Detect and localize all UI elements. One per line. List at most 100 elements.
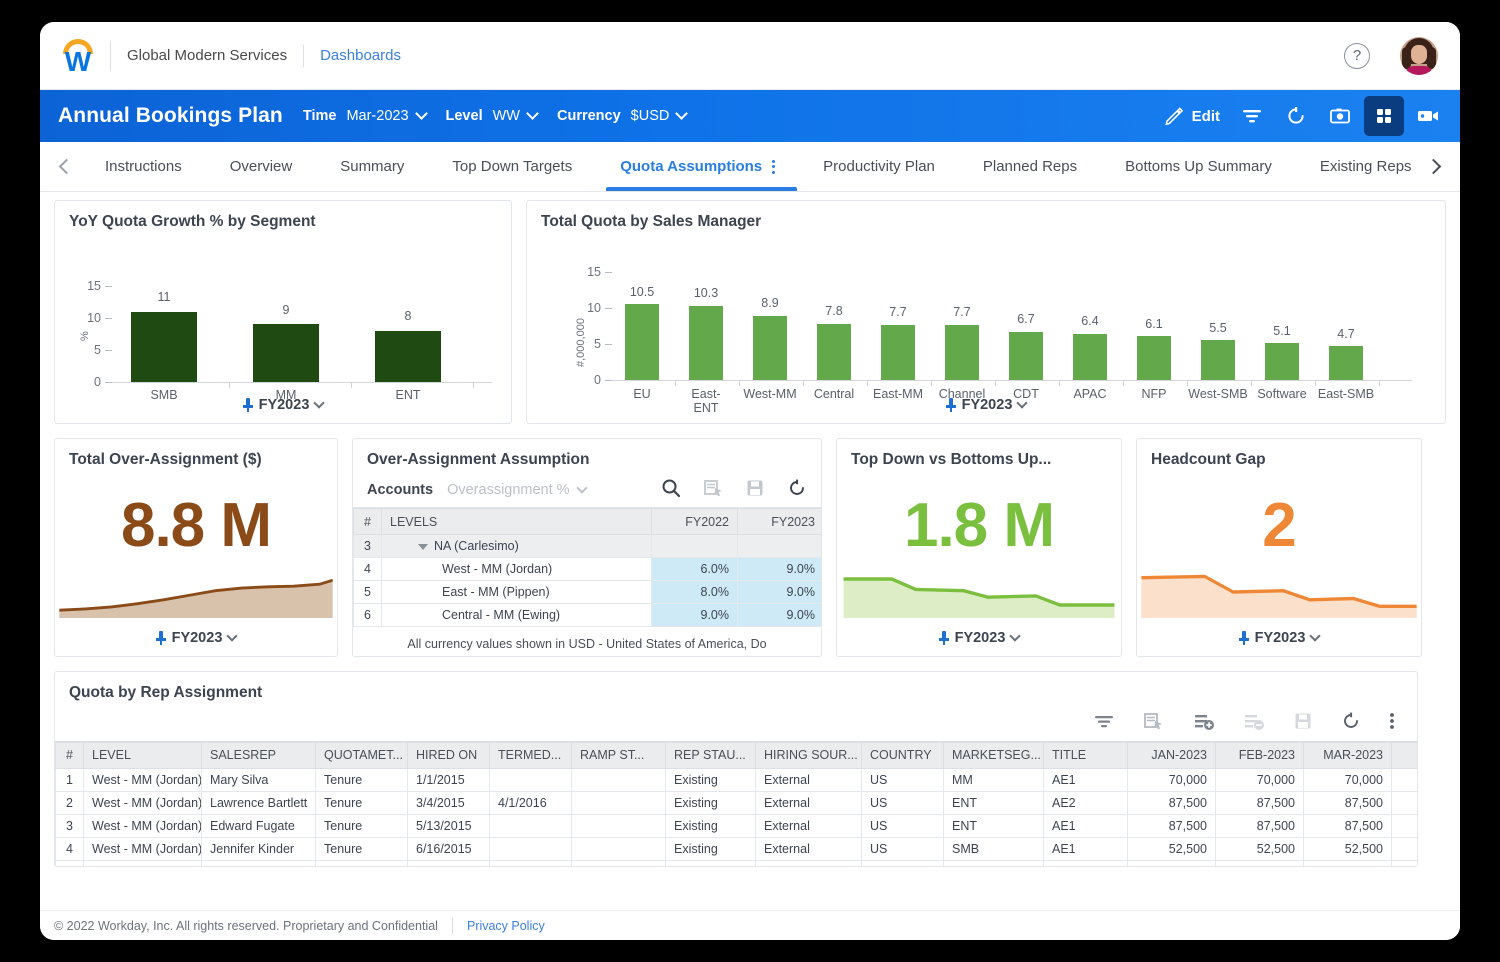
tabs-scroll-right-button[interactable]: [1419, 142, 1452, 191]
bar-mm: [253, 324, 319, 382]
table-row[interactable]: 3 West - MM (Jordan) Edward Fugate Tenur…: [55, 813, 1417, 838]
prompt-edit-icon[interactable]: [1143, 711, 1165, 736]
col-level: LEVEL: [83, 741, 202, 769]
table-row[interactable]: 4 West - MM (Jordan) Jennifer Kinder Ten…: [55, 836, 1417, 861]
grid-col-index: #: [353, 508, 382, 536]
row-fy2022[interactable]: 8.0%: [651, 580, 738, 605]
card-quota-by-rep-assignment: Quota by Rep Assignment # LEVEL SALESREP…: [54, 671, 1418, 867]
bar-software: [1265, 343, 1299, 380]
filter-time[interactable]: Time Mar-2023: [302, 107, 428, 124]
col-hired-on: HIRED ON: [407, 741, 490, 769]
grid-row[interactable]: 4 West - MM (Jordan) 6.0% 9.0%: [353, 557, 821, 582]
help-icon[interactable]: ?: [1344, 42, 1370, 69]
page-footer: © 2022 Workday, Inc. All rights reserved…: [40, 910, 1460, 940]
filter-currency[interactable]: Currency $USD: [557, 107, 689, 124]
cell-termed: [489, 859, 572, 866]
overassignment-select[interactable]: Overassignment %: [447, 481, 588, 498]
tab-bottoms-up-summary[interactable]: Bottoms Up Summary: [1101, 142, 1296, 191]
cell-country: US: [861, 836, 944, 861]
cell-title: AE1: [1043, 813, 1128, 838]
cell-salesrep: Mary Silva: [201, 767, 316, 792]
table-row[interactable]: 1 West - MM (Jordan) Mary Silva Tenure 1…: [55, 767, 1417, 792]
prompt-edit-icon[interactable]: [703, 478, 723, 503]
global-header: W Global Modern Services Dashboards ?: [40, 22, 1460, 90]
cell-marketsegment: SMB: [943, 836, 1044, 861]
y-tick-label: 5: [594, 337, 601, 351]
grid-view-button[interactable]: [1364, 96, 1404, 136]
workday-logo-icon[interactable]: W: [58, 35, 98, 77]
period-selector-headcount-gap[interactable]: FY2023: [1137, 624, 1421, 656]
refresh-icon[interactable]: [787, 478, 807, 503]
row-fy2022[interactable]: 9.0%: [651, 603, 738, 628]
grid-row[interactable]: 6 Central - MM (Ewing) 9.0% 9.0%: [353, 603, 821, 628]
row-fy2022[interactable]: 6.0%: [651, 557, 738, 582]
cell-jan-2023: 70,000: [1127, 859, 1216, 866]
tab-overview[interactable]: Overview: [206, 142, 317, 191]
collapse-triangle-icon[interactable]: [418, 544, 428, 551]
tabs-scroll-left-button[interactable]: [48, 142, 81, 191]
tab-summary[interactable]: Summary: [316, 142, 428, 191]
add-row-icon[interactable]: [1193, 711, 1215, 736]
y-tick-label: 15: [87, 279, 101, 293]
table-row[interactable]: 2 West - MM (Jordan) Lawrence Bartlett T…: [55, 790, 1417, 815]
sparkline-over-assignment: [55, 557, 337, 624]
grid-col-fy2022: FY2022: [651, 508, 738, 536]
grid-col-levels: LEVELS: [381, 508, 652, 536]
grid-header-row: # LEVELS FY2022 FY2023: [353, 508, 821, 536]
row-fy2023[interactable]: 9.0%: [737, 580, 821, 605]
grid-row[interactable]: 5 East - MM (Pippen) 8.0% 9.0%: [353, 580, 821, 605]
area-sparkline: [59, 578, 333, 618]
filter-level[interactable]: Level WW: [445, 107, 539, 124]
tab-top-down-targets[interactable]: Top Down Targets: [428, 142, 596, 191]
filter-icon[interactable]: [1093, 711, 1115, 736]
y-tick-label: 0: [594, 373, 601, 387]
y-tick-label: 15: [587, 265, 601, 279]
breadcrumb-dashboards[interactable]: Dashboards: [320, 47, 401, 64]
privacy-policy-link[interactable]: Privacy Policy: [467, 919, 545, 933]
cell-salesrep: Jennifer Kinder: [201, 836, 316, 861]
filter-button[interactable]: [1232, 96, 1272, 136]
tab-productivity-plan[interactable]: Productivity Plan: [799, 142, 959, 191]
cell-index: 2: [55, 790, 84, 815]
edit-button[interactable]: Edit: [1156, 96, 1228, 136]
cell-hired-on: 6/16/2015: [407, 836, 490, 861]
save-icon[interactable]: [745, 478, 765, 503]
cell-index: 4: [55, 836, 84, 861]
grid-row[interactable]: 3 NA (Carlesimo): [353, 534, 821, 559]
tab-existing-reps[interactable]: Existing Reps: [1296, 142, 1419, 191]
dashboard-title: Annual Bookings Plan: [58, 104, 283, 127]
more-options-icon[interactable]: [1389, 711, 1395, 736]
table-row[interactable]: 5 West - MM (Jordan) Ashley Schultz Tenu…: [55, 859, 1417, 866]
footer-divider: [451, 917, 453, 934]
pin-icon: [242, 398, 253, 412]
filter-time-label: Time: [302, 108, 337, 124]
snapshot-button[interactable]: [1320, 96, 1360, 136]
bar-value-label: 10.5: [629, 285, 655, 299]
x-category-label: Channel: [938, 387, 986, 401]
user-avatar[interactable]: [1400, 36, 1438, 75]
col-hiring-source: HIRING SOUR...: [755, 741, 862, 769]
row-fy2023[interactable]: 9.0%: [737, 557, 821, 582]
kpi-row: Total Over-Assignment ($) 8.8 M FY2023 O…: [54, 438, 1446, 657]
row-fy2023[interactable]: 9.0%: [737, 603, 821, 628]
cell-mar-2023: 87,500: [1303, 813, 1392, 838]
period-selector-over-assignment[interactable]: FY2023: [55, 624, 337, 656]
cell-hired-on: 1/1/2015: [407, 767, 490, 792]
refresh-icon[interactable]: [1341, 711, 1361, 736]
period-selector-top-down[interactable]: FY2023: [837, 624, 1121, 656]
refresh-button[interactable]: [1276, 96, 1316, 136]
video-button[interactable]: [1408, 96, 1448, 136]
cell-mar-2023: 52,500: [1303, 836, 1392, 861]
quota-table-scroll[interactable]: # LEVEL SALESREP QUOTAMET... HIRED ON TE…: [55, 740, 1417, 866]
cell-hired-on: 5/13/2015: [407, 813, 490, 838]
copyright-text: © 2022 Workday, Inc. All rights reserved…: [54, 918, 438, 933]
quota-table-body: 1 West - MM (Jordan) Mary Silva Tenure 1…: [55, 767, 1417, 866]
tab-quota-assumptions[interactable]: Quota Assumptions: [596, 142, 799, 191]
tab-options-kebab-icon[interactable]: [772, 159, 776, 174]
cell-rep-status: Existing: [665, 859, 756, 866]
search-icon[interactable]: [661, 478, 681, 503]
over-assignment-toolbar: Accounts Overassignment %: [353, 473, 821, 509]
filter-level-label: Level: [445, 108, 483, 124]
tab-instructions[interactable]: Instructions: [81, 142, 206, 191]
tab-planned-reps[interactable]: Planned Reps: [959, 142, 1101, 191]
